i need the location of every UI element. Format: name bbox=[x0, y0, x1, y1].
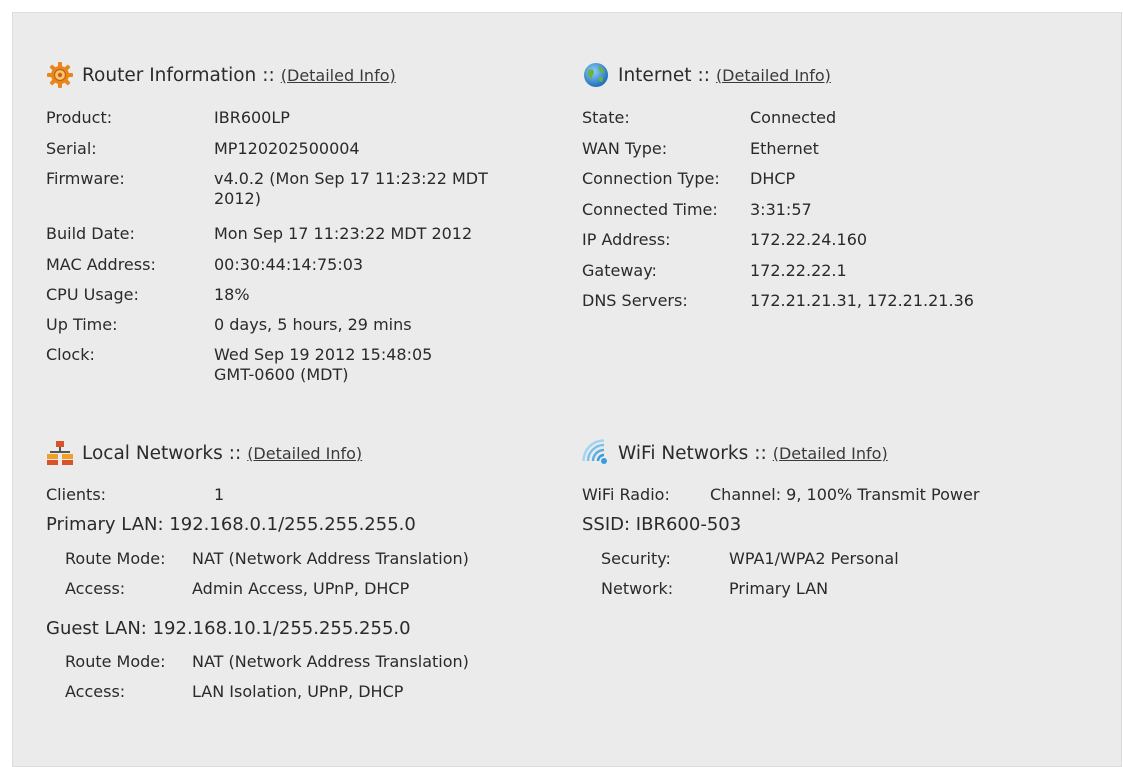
internet-value: DHCP bbox=[750, 169, 796, 188]
local-clients-value: 1 bbox=[214, 485, 225, 504]
wifi-networks-separator: :: bbox=[754, 442, 767, 464]
guest-value: LAN Isolation, UPnP, DHCP bbox=[192, 682, 404, 701]
router-value: Mon Sep 17 11:23:22 MDT 2012 bbox=[214, 224, 473, 243]
ssid-heading: SSID: IBR600-503 bbox=[582, 514, 742, 535]
router-detailed-info-link[interactable]: (Detailed Info) bbox=[281, 66, 396, 85]
router-value: 18% bbox=[214, 285, 250, 304]
internet-title: Internet bbox=[618, 64, 692, 86]
router-label: MAC Address: bbox=[46, 255, 156, 274]
router-value: v4.0.2 (Mon Sep 17 11:23:22 MDT 2012) bbox=[214, 169, 488, 208]
router-info-separator: :: bbox=[262, 64, 275, 86]
router-label: Up Time: bbox=[46, 315, 118, 334]
wifi-detailed-info-link[interactable]: (Detailed Info) bbox=[773, 444, 888, 463]
internet-value: 172.22.24.160 bbox=[750, 230, 868, 249]
primary-lan-heading: Primary LAN: 192.168.0.1/255.255.255.0 bbox=[46, 514, 416, 535]
globe-icon bbox=[582, 61, 610, 89]
local-networks-separator: :: bbox=[228, 442, 242, 464]
internet-value: Connected bbox=[750, 108, 837, 127]
router-label: Serial: bbox=[46, 139, 97, 158]
router-label: CPU Usage: bbox=[46, 285, 139, 304]
wifi-networks-title: WiFi Networks bbox=[618, 442, 749, 464]
wifi-radio-value: Channel: 9, 100% Transmit Power bbox=[710, 485, 980, 504]
router-info-title: Router Information bbox=[82, 64, 257, 86]
router-value: IBR600LP bbox=[214, 108, 290, 127]
primary-label: Route Mode: bbox=[65, 549, 166, 568]
wifi-icon bbox=[582, 439, 610, 467]
router-label: Build Date: bbox=[46, 224, 135, 243]
internet-label: Gateway: bbox=[582, 261, 657, 280]
internet-separator: :: bbox=[697, 64, 710, 86]
guest-value: NAT (Network Address Translation) bbox=[192, 652, 469, 671]
internet-label: Connected Time: bbox=[582, 200, 718, 219]
network-icon bbox=[46, 439, 74, 467]
wifi-value: Primary LAN bbox=[729, 579, 829, 598]
wifi-networks-header: WiFi Networks :: (Detailed Info) bbox=[582, 438, 888, 468]
guest-lan-heading: Guest LAN: 192.168.10.1/255.255.255.0 bbox=[46, 618, 411, 639]
guest-label: Access: bbox=[65, 682, 126, 701]
primary-value: Admin Access, UPnP, DHCP bbox=[192, 579, 410, 598]
local-networks-header: Local Networks :: (Detailed Info) bbox=[46, 438, 362, 468]
internet-label: IP Address: bbox=[582, 230, 671, 249]
internet-value: 172.22.22.1 bbox=[750, 261, 847, 280]
local-clients-label: Clients: bbox=[46, 485, 107, 504]
internet-value: 3:31:57 bbox=[750, 200, 812, 219]
router-label: Clock: bbox=[46, 345, 95, 364]
local-networks-title: Local Networks bbox=[82, 442, 223, 464]
internet-value: Ethernet bbox=[750, 139, 819, 158]
primary-value: NAT (Network Address Translation) bbox=[192, 549, 469, 568]
primary-label: Access: bbox=[65, 579, 126, 598]
internet-value: 172.21.21.31, 172.21.21.36 bbox=[750, 291, 974, 310]
router-info-header: Router Information :: (Detailed Info) bbox=[46, 60, 396, 90]
internet-detailed-info-link[interactable]: (Detailed Info) bbox=[716, 66, 831, 85]
router-value: 0 days, 5 hours, 29 mins bbox=[214, 315, 412, 334]
gear-icon bbox=[46, 61, 74, 89]
internet-header: Internet :: (Detailed Info) bbox=[582, 60, 831, 90]
internet-label: WAN Type: bbox=[582, 139, 668, 158]
wifi-label: Security: bbox=[601, 549, 671, 568]
internet-label: State: bbox=[582, 108, 630, 127]
local-detailed-info-link[interactable]: (Detailed Info) bbox=[247, 444, 362, 463]
status-panel: Router Information :: (Detailed Info) Pr… bbox=[12, 12, 1122, 767]
router-label: Firmware: bbox=[46, 169, 125, 188]
router-value: 00:30:44:14:75:03 bbox=[214, 255, 364, 274]
wifi-label: Network: bbox=[601, 579, 674, 598]
router-value: MP120202500004 bbox=[214, 139, 360, 158]
internet-label: Connection Type: bbox=[582, 169, 720, 188]
router-value: Wed Sep 19 2012 15:48:05 GMT-0600 (MDT) bbox=[214, 345, 433, 384]
router-label: Product: bbox=[46, 108, 113, 127]
wifi-radio-label: WiFi Radio: bbox=[582, 485, 670, 504]
internet-label: DNS Servers: bbox=[582, 291, 688, 310]
guest-label: Route Mode: bbox=[65, 652, 166, 671]
wifi-value: WPA1/WPA2 Personal bbox=[729, 549, 899, 568]
